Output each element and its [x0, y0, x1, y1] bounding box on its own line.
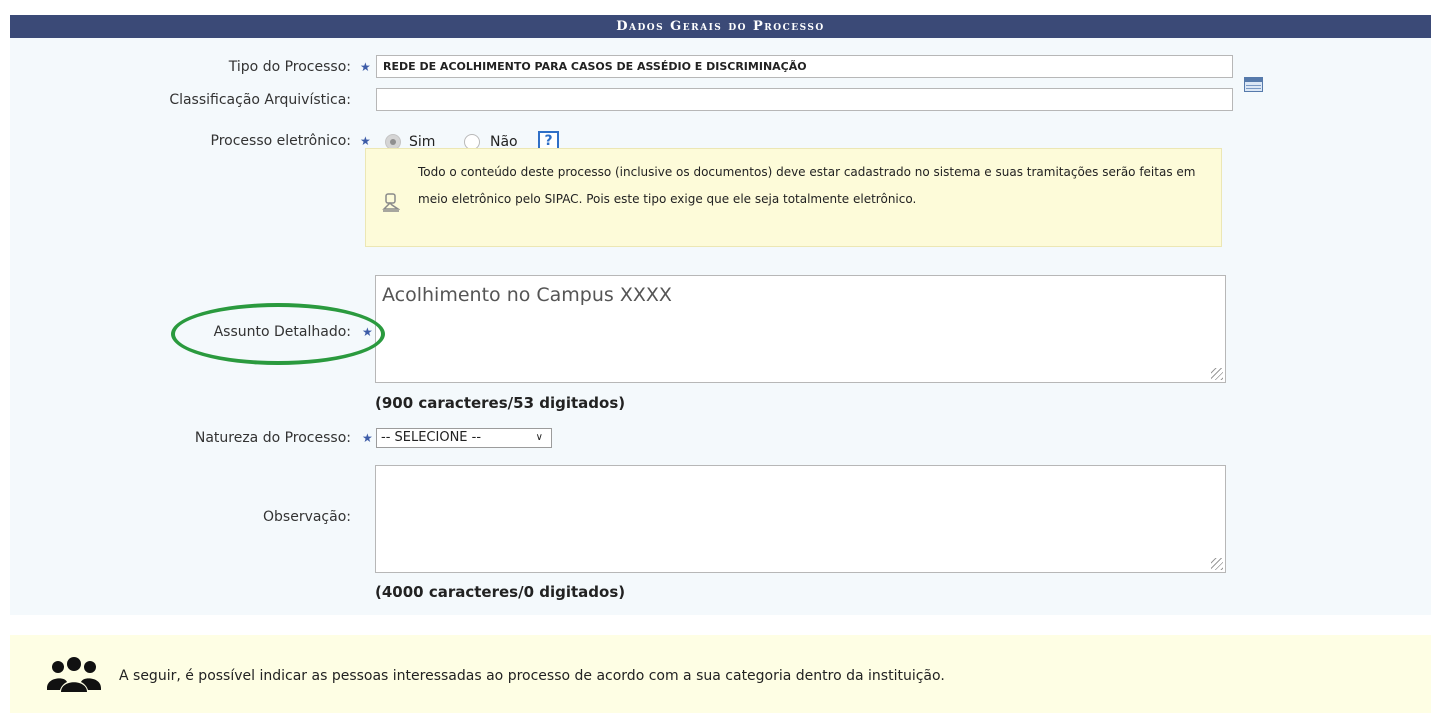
processo-eletronico-label: Processo eletrônico: — [210, 133, 352, 149]
table-lookup-icon[interactable] — [1244, 77, 1263, 92]
info-message-box: Todo o conteúdo deste processo (inclusiv… — [365, 148, 1222, 247]
panel-title: Dados Gerais do Processo — [10, 15, 1431, 38]
tipo-processo-input[interactable]: REDE DE ACOLHIMENTO PARA CASOS DE ASSÉDI… — [376, 55, 1233, 78]
required-star-icon: ★ — [362, 325, 373, 339]
assunto-detalhado-label: Assunto Detalhado: — [213, 324, 351, 340]
natureza-selected-value: -- SELECIONE -- — [381, 430, 482, 445]
natureza-processo-select[interactable]: -- SELECIONE -- ∨ — [376, 428, 552, 448]
pin-icon — [382, 193, 400, 212]
assunto-detalhado-textarea[interactable]: Acolhimento no Campus XXXX — [375, 275, 1226, 383]
observacao-counter: (4000 caracteres/0 digitados) — [375, 583, 626, 601]
observacao-label: Observação: — [263, 509, 351, 525]
classificacao-input[interactable] — [376, 88, 1233, 111]
classificacao-label: Classificação Arquivística: — [169, 92, 351, 108]
chevron-down-icon: ∨ — [535, 432, 543, 443]
observacao-textarea[interactable] — [375, 465, 1226, 573]
required-star-icon: ★ — [362, 431, 373, 445]
interessados-notice: A seguir, é possível indicar as pessoas … — [10, 635, 1431, 713]
people-group-icon — [47, 657, 101, 692]
assunto-detalhado-value: Acolhimento no Campus XXXX — [382, 284, 672, 306]
info-message-text: Todo o conteúdo deste processo (inclusiv… — [418, 165, 1196, 206]
tipo-processo-label: Tipo do Processo: — [228, 59, 351, 75]
required-star-icon: ★ — [360, 60, 371, 74]
resize-grip-icon[interactable] — [1211, 558, 1223, 570]
assunto-counter: (900 caracteres/53 digitados) — [375, 394, 626, 412]
natureza-processo-label: Natureza do Processo: — [194, 430, 351, 446]
required-star-icon: ★ — [360, 134, 371, 148]
interessados-notice-text: A seguir, é possível indicar as pessoas … — [119, 668, 945, 684]
resize-grip-icon[interactable] — [1211, 368, 1223, 380]
